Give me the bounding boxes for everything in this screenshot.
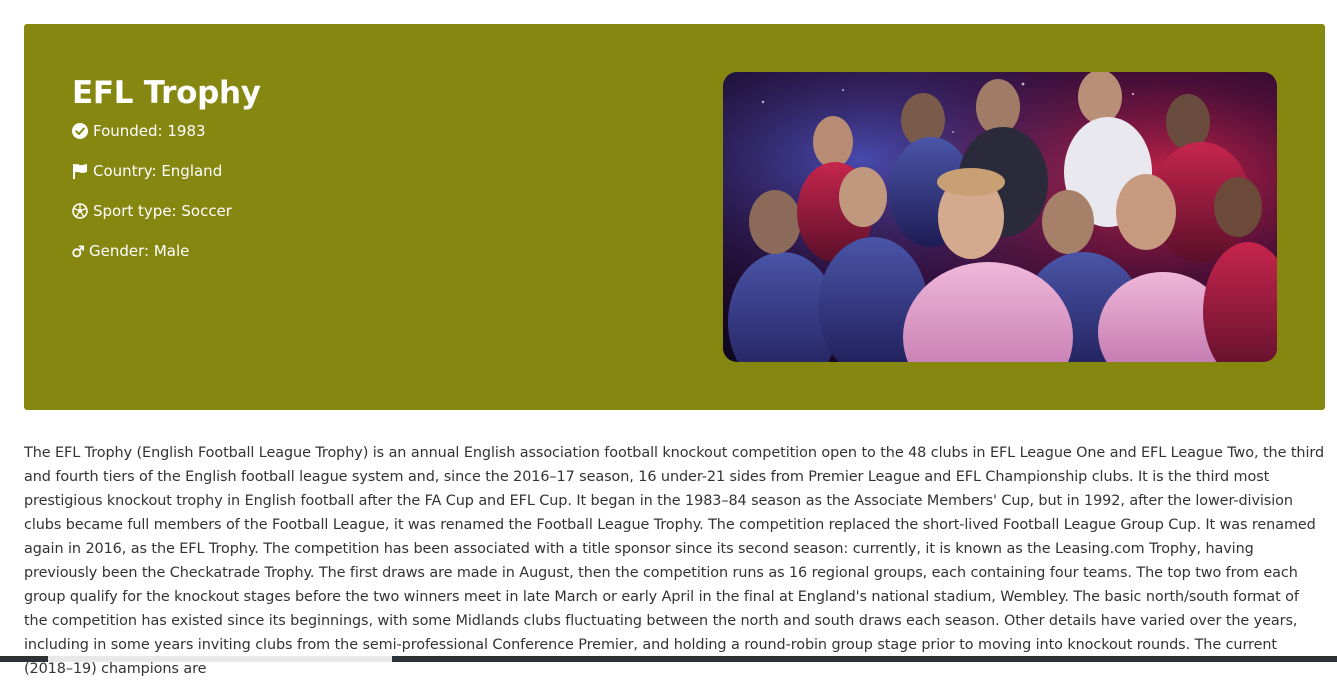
competition-description: The EFL Trophy (English Football League … — [24, 445, 1324, 677]
flag-icon — [72, 163, 88, 179]
scrollbar-thumb[interactable] — [48, 656, 392, 662]
soccer-ball-icon — [72, 203, 88, 219]
country-info: Country: England — [72, 161, 222, 181]
gender-info: Gender: Male — [72, 241, 189, 261]
male-icon — [72, 243, 84, 259]
competition-title: EFL Trophy — [72, 75, 261, 111]
check-circle-icon — [72, 123, 88, 139]
founded-label: Founded: 1983 — [93, 122, 206, 140]
horizontal-scrollbar[interactable] — [0, 656, 1337, 662]
sport-info: Sport type: Soccer — [72, 201, 232, 221]
sport-label: Sport type: Soccer — [93, 202, 232, 220]
competition-header: EFL Trophy Founded: 1983 Country: Englan… — [24, 24, 1325, 410]
gender-label: Gender: Male — [89, 242, 190, 260]
founded-info: Founded: 1983 — [72, 121, 206, 141]
competition-image — [723, 72, 1277, 362]
country-label: Country: England — [93, 162, 223, 180]
